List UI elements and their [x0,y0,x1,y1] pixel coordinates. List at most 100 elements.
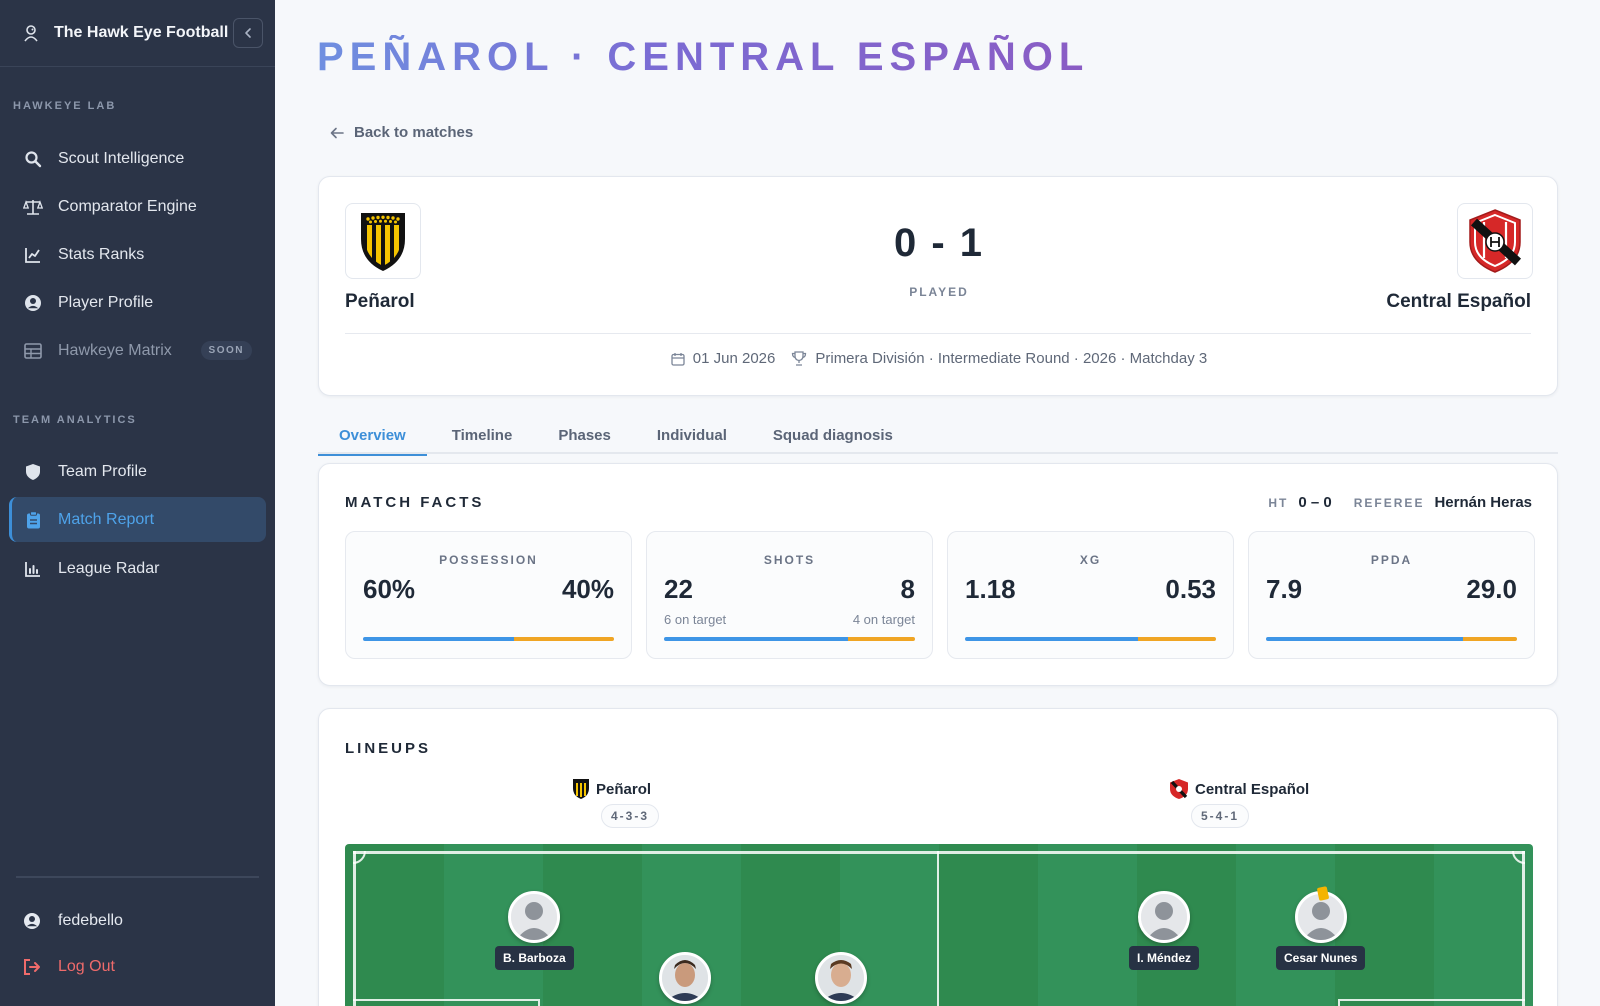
lineup-pitch: B. Barboza I. Méndez Cesar Nunes [345,844,1533,1006]
sidebar-item-comparator-engine[interactable]: Comparator Engine [9,184,266,229]
sidebar: The Hawk Eye Football HAWKEYE LAB Scout … [0,0,275,1006]
match-tabs: Overview Timeline Phases Individual Squa… [318,418,1558,456]
stat-away-value: 40% [561,574,614,604]
bar-chart-icon [23,559,43,579]
sidebar-item-hawkeye-matrix: Hawkeye Matrix SOON [9,328,266,373]
home-share-bar [965,637,1139,641]
lineup-away-team: Central Español [1169,778,1309,800]
halftime-label: HT [1268,496,1289,510]
tab-individual[interactable]: Individual [636,418,748,454]
sidebar-item-scout-intelligence[interactable]: Scout Intelligence [9,136,266,181]
logout-label: Log Out [58,958,115,975]
player-name: Cesar Nunes [1276,946,1366,970]
stat-card-shots: SHOTS 22 8 6 on target 4 on target [646,531,933,659]
stat-card-possession: POSSESSION 60% 40% [345,531,632,659]
stat-title: PPDA [1370,553,1413,567]
match-competition: Primera División · Intermediate Round · … [815,350,1208,367]
away-share-bar [1463,637,1517,641]
stat-home-value: 1.18 [965,574,1016,604]
collapse-sidebar-button[interactable] [233,18,263,48]
search-icon [23,149,43,169]
player-marker[interactable] [659,952,711,1006]
stat-home-value: 7.9 [1266,574,1303,604]
sidebar-item-stats-ranks[interactable]: Stats Ranks [9,232,266,277]
player-marker[interactable]: I. Méndez [1129,891,1200,970]
penalty-box-right-side [1338,999,1340,1006]
home-share-bar [1266,637,1464,641]
sidebar-item-player-profile[interactable]: Player Profile [9,280,266,325]
away-team-crest[interactable] [1457,203,1533,279]
pitch-touchline [353,851,1525,854]
back-to-matches-link[interactable]: Back to matches [330,124,473,141]
pitch-halfway-line [937,851,939,1006]
tab-overview[interactable]: Overview [318,418,427,456]
trophy-icon [791,351,807,366]
chevron-left-icon [245,28,251,38]
home-share-bar [363,637,514,641]
halftime-referee: HT 0 – 0 REFEREE Hernán Heras [1268,494,1532,511]
stat-away-value: 0.53 [1165,574,1216,604]
sidebar-item-label: Stats Ranks [58,245,145,263]
halftime-score: 0 – 0 [1298,494,1332,511]
away-share-bar [1138,637,1216,641]
sidebar-item-match-report[interactable]: Match Report [9,497,266,542]
referee-name: Hernán Heras [1434,494,1532,511]
stat-card-ppda: PPDA 7.9 29.0 [1248,531,1535,659]
username: fedebello [58,912,123,929]
home-share-bar [664,637,848,641]
logout-icon [22,959,42,975]
user-account-item[interactable]: fedebello [22,912,123,930]
sidebar-item-league-radar[interactable]: League Radar [9,546,266,591]
logout-button[interactable]: Log Out [22,958,115,976]
lineups-card: LINEUPS Peñarol 4-3-3 Central Español 5-… [318,708,1558,1006]
soon-badge: SOON [200,341,252,360]
central-espanol-crest-icon [1469,209,1522,273]
page-title: PEÑAROL · CENTRAL ESPAÑOL [317,35,1090,79]
match-score: 0 - 1 [893,221,985,265]
yellow-card-icon [1316,886,1330,901]
lineup-home-team: Peñarol [572,778,651,800]
sidebar-item-label: Comparator Engine [58,197,197,215]
player-photo [815,952,867,1004]
away-formation-badge: 5-4-1 [1191,804,1250,828]
sidebar-item-label: Hawkeye Matrix [58,341,172,359]
calendar-icon [671,352,685,366]
corner-arc-right [1512,851,1525,864]
match-meta: 01 Jun 2026 Primera División · Intermedi… [319,350,1559,367]
player-marker[interactable]: B. Barboza [495,891,574,970]
sidebar-item-label: Player Profile [58,293,154,311]
tab-timeline[interactable]: Timeline [431,418,534,454]
tab-phases[interactable]: Phases [537,418,632,454]
stat-comparison-bar [664,637,915,641]
sidebar-item-team-profile[interactable]: Team Profile [9,449,266,494]
tab-squad-diagnosis[interactable]: Squad diagnosis [752,418,914,454]
central-espanol-mini-crest-icon [1169,778,1189,800]
scale-icon [23,197,43,217]
match-status: PLAYED [909,285,969,299]
stat-home-value: 60% [363,574,416,604]
main-content: PEÑAROL · CENTRAL ESPAÑOL Back to matche… [275,0,1600,1006]
away-share-bar [513,637,614,641]
stat-comparison-bar [1266,637,1517,641]
home-formation-badge: 4-3-3 [601,804,660,828]
corner-arc-left [353,851,366,864]
grid-icon [23,341,43,361]
sidebar-divider [16,876,259,878]
player-marker[interactable]: Cesar Nunes [1276,891,1366,970]
away-team-name[interactable]: Central Español [1386,291,1531,313]
back-link-label: Back to matches [354,124,474,141]
stat-title: POSSESSION [439,553,538,567]
player-avatar [1138,891,1190,943]
section-label-hawkeye-lab: HAWKEYE LAB [13,100,117,112]
lineup-home-name: Peñarol [596,780,652,798]
player-name: I. Méndez [1129,946,1200,970]
penalty-box-left-side [538,999,540,1006]
penalty-box-left [353,999,538,1001]
pitch-goal-line-right [1522,851,1525,1006]
stat-away-value: 29.0 [1466,574,1517,604]
user-circle-icon [22,912,42,930]
pitch-goal-line-left [353,851,356,1006]
match-date: 01 Jun 2026 [692,350,776,367]
player-marker[interactable] [815,952,867,1006]
stat-title: XG [1079,553,1102,567]
